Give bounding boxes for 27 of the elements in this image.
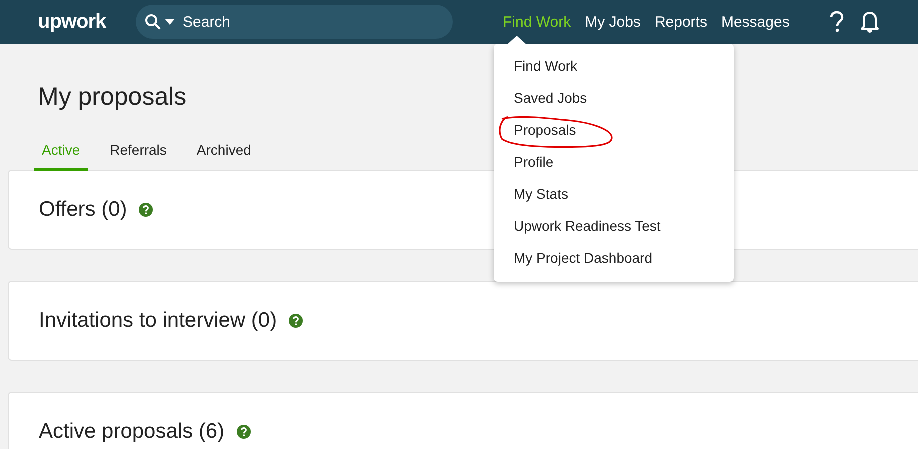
- menu-item[interactable]: Find Work: [514, 58, 578, 74]
- bell-icon[interactable]: [860, 11, 880, 33]
- menu-item[interactable]: Profile: [514, 154, 554, 170]
- help-icon[interactable]: [139, 203, 154, 217]
- menu-item[interactable]: Upwork Readiness Test: [514, 218, 661, 234]
- menu-item[interactable]: My Stats: [514, 186, 568, 202]
- section-heading: Active proposals (6): [39, 420, 225, 444]
- section-heading: Offers (0): [39, 198, 128, 222]
- help-icon[interactable]: [830, 11, 844, 33]
- logo[interactable]: upwork: [38, 10, 136, 34]
- tab[interactable]: Referrals: [102, 142, 175, 171]
- tab[interactable]: Archived: [188, 142, 260, 171]
- help-icon[interactable]: [236, 425, 251, 439]
- search-field[interactable]: Search: [183, 14, 423, 30]
- help-icon[interactable]: [289, 314, 304, 328]
- search-bar[interactable]: Search: [136, 5, 453, 39]
- menu-item[interactable]: Saved Jobs: [514, 90, 588, 106]
- search-icon: [145, 14, 161, 30]
- section-heading: Invitations to interview (0): [39, 309, 278, 333]
- nav-link[interactable]: My Jobs: [585, 14, 641, 30]
- caret-icon[interactable]: [165, 19, 175, 25]
- nav-link[interactable]: Find Work: [503, 14, 572, 30]
- page-title: My proposals: [38, 82, 187, 112]
- menu-item[interactable]: Proposals: [514, 122, 576, 138]
- menu-item[interactable]: My Project Dashboard: [514, 250, 653, 266]
- nav-link[interactable]: Reports: [654, 14, 708, 30]
- nav-link[interactable]: Messages: [721, 14, 790, 30]
